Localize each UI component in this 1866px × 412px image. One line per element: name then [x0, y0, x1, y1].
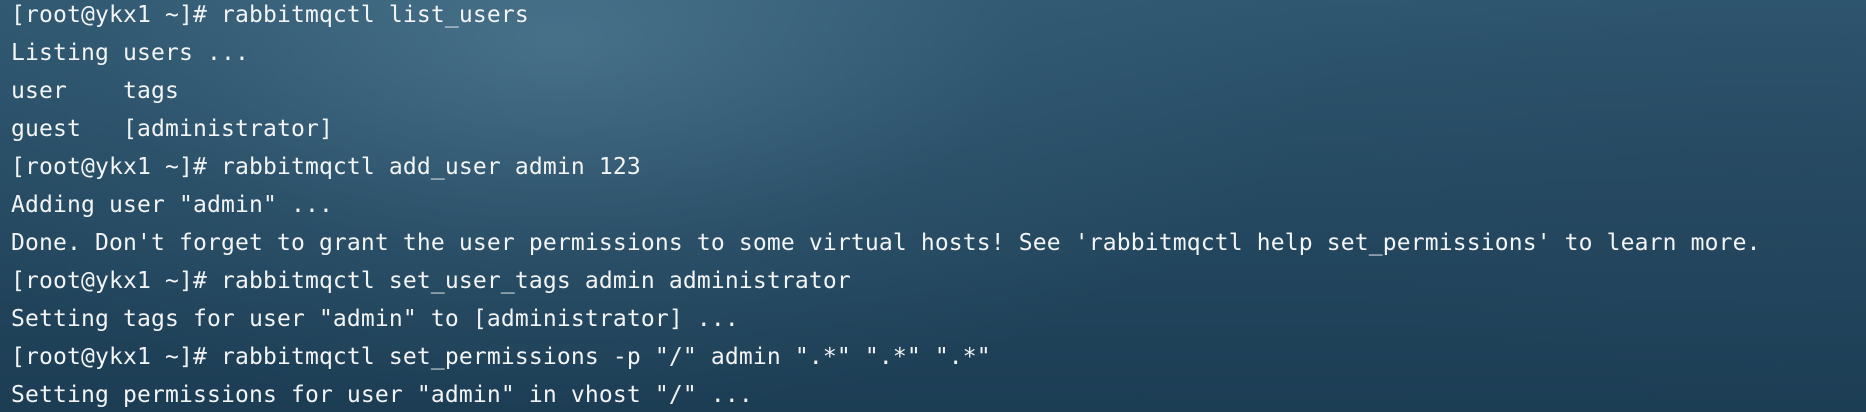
terminal-line-output: guest [administrator] — [11, 116, 333, 142]
terminal-output: [root@ykx1 ~]# rabbitmqctl list_users Li… — [11, 0, 1761, 412]
terminal-line-command: [root@ykx1 ~]# rabbitmqctl add_user admi… — [11, 154, 641, 180]
terminal-line-output: Done. Don't forget to grant the user per… — [11, 230, 1761, 256]
terminal-line-output: Listing users ... — [11, 40, 249, 66]
terminal-line-command: [root@ykx1 ~]# rabbitmqctl list_users — [11, 2, 529, 28]
terminal-window[interactable]: [root@ykx1 ~]# rabbitmqctl list_users Li… — [0, 0, 1866, 412]
terminal-line-command: [root@ykx1 ~]# rabbitmqctl set_permissio… — [11, 344, 991, 370]
terminal-line-output: user tags — [11, 78, 179, 104]
terminal-line-output: Setting tags for user "admin" to [admini… — [11, 306, 739, 332]
terminal-line-output: Adding user "admin" ... — [11, 192, 333, 218]
terminal-line-output: Setting permissions for user "admin" in … — [11, 382, 753, 408]
terminal-line-command: [root@ykx1 ~]# rabbitmqctl set_user_tags… — [11, 268, 851, 294]
